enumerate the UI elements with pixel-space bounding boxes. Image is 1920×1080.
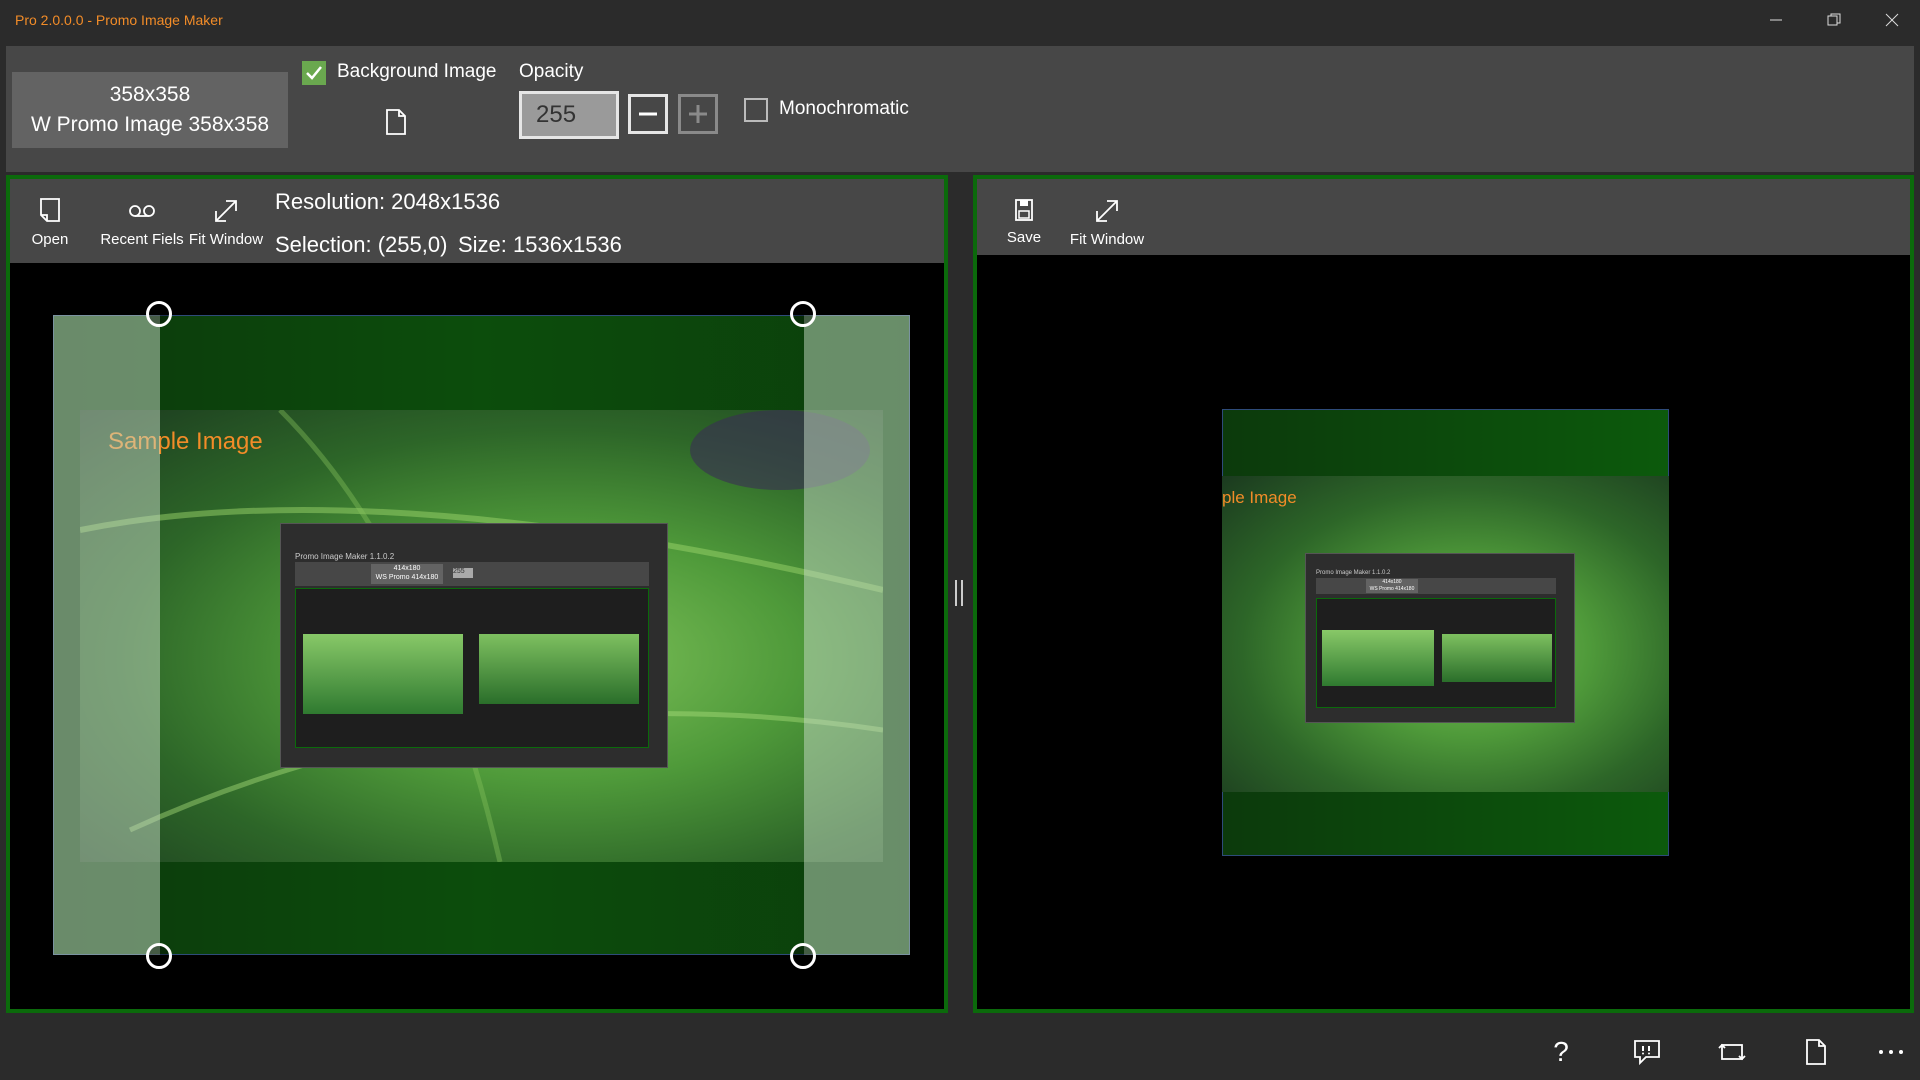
output-embedded-left: [1322, 630, 1434, 686]
open-button[interactable]: Open: [24, 197, 76, 248]
voicemail-icon: [129, 205, 155, 217]
resolution-text: Resolution: 2048x1536: [275, 189, 501, 214]
new-file-button[interactable]: [1796, 1034, 1836, 1070]
minus-icon: [639, 112, 657, 116]
background-file-button[interactable]: [384, 108, 408, 141]
output-embedded-title: Promo Image Maker 1.1.0.2: [1316, 570, 1391, 576]
crop-handle-bottom-left[interactable]: [146, 943, 172, 969]
close-icon: [1885, 13, 1899, 27]
opacity-input[interactable]: 255: [519, 91, 619, 139]
output-embedded-screenshot: Promo Image Maker 1.1.0.2 414x180 WS Pro…: [1305, 553, 1575, 723]
output-fit-window-label: Fit Window: [1069, 231, 1145, 248]
embedded-left-image: [303, 634, 463, 714]
open-label: Open: [31, 231, 69, 248]
output-toolbar: Save Fit Window: [977, 179, 1910, 255]
title-bar: Pro 2.0.0.0 - Promo Image Maker: [0, 0, 1920, 40]
restore-icon: [1827, 13, 1841, 26]
opacity-increase-button[interactable]: [678, 94, 718, 134]
monochromatic-label: Monochromatic: [779, 98, 909, 119]
preset-button[interactable]: 358x358 W Promo Image 358x358: [12, 72, 288, 148]
crop-mask-right: [804, 315, 910, 955]
preset-name-label: W Promo Image 358x358: [30, 113, 270, 136]
output-embedded-toolbar: [1316, 578, 1556, 594]
fit-window-button[interactable]: Fit Window: [186, 197, 266, 248]
embedded-opacity: 255: [453, 568, 473, 578]
save-icon: [1015, 199, 1033, 221]
help-icon: ?: [1553, 1036, 1569, 1067]
close-button[interactable]: [1864, 0, 1920, 40]
opacity-label: Opacity: [519, 61, 584, 82]
crop-handle-bottom-right[interactable]: [790, 943, 816, 969]
crop-mask-left: [53, 315, 160, 955]
background-image-label: Background Image: [337, 61, 497, 82]
crop-handle-top-right[interactable]: [790, 301, 816, 327]
feedback-icon: [1634, 1040, 1660, 1066]
output-sample-text: ple Image: [1222, 488, 1297, 507]
embedded-title: Promo Image Maker 1.1.0.2: [295, 552, 395, 561]
more-button[interactable]: [1871, 1034, 1911, 1070]
file-icon: [386, 109, 406, 135]
crop-icon: [1718, 1043, 1746, 1061]
size-text: Size: 1536x1536: [458, 232, 622, 257]
output-embedded-preset-name: WS Promo 414x180: [1369, 586, 1415, 592]
crop-handle-top-left[interactable]: [146, 301, 172, 327]
checkmark-icon: [306, 66, 322, 80]
output-fit-window-button[interactable]: Fit Window: [1065, 197, 1149, 248]
recent-files-label: Recent Fiels: [100, 231, 184, 248]
source-toolbar: Open Recent Fiels Fit Window Resolution:…: [10, 179, 944, 263]
help-button[interactable]: ?: [1541, 1034, 1581, 1070]
settings-toolbar: 358x358 W Promo Image 358x358 Background…: [6, 46, 1914, 172]
preset-size-label: 358x358: [109, 83, 191, 106]
expand-icon: [215, 200, 237, 222]
save-button[interactable]: Save: [999, 197, 1049, 246]
recent-files-button[interactable]: Recent Fiels: [100, 197, 184, 248]
embedded-preset: 414x180 WS Promo 414x180: [371, 564, 443, 584]
output-embedded-right: [1442, 634, 1552, 682]
fit-window-label: Fit Window: [188, 231, 264, 248]
opacity-decrease-button[interactable]: [628, 94, 668, 134]
output-embedded-preset: 414x180 WS Promo 414x180: [1366, 579, 1418, 593]
open-icon: [40, 198, 60, 222]
embedded-app-screenshot: Promo Image Maker 1.1.0.2 414x180 WS Pro…: [280, 523, 668, 768]
new-file-icon: [1806, 1039, 1826, 1065]
embedded-right-image: [479, 634, 639, 704]
output-panel: Save Fit Window ple Image Promo Image Ma…: [973, 175, 1914, 1013]
plus-icon: [689, 105, 707, 123]
output-embedded-preset-size: 414x180: [1382, 579, 1402, 585]
selection-text: Selection: (255,0): [275, 232, 448, 257]
save-label: Save: [1006, 229, 1042, 246]
background-image-checkbox[interactable]: [302, 61, 326, 85]
embedded-preset-size: 414x180: [393, 565, 421, 572]
more-icon: [1879, 1050, 1903, 1054]
feedback-button[interactable]: [1627, 1034, 1667, 1070]
monochromatic-checkbox[interactable]: [744, 98, 768, 122]
minimize-button[interactable]: [1748, 0, 1804, 40]
embedded-preset-name: WS Promo 414x180: [375, 574, 439, 581]
restore-button[interactable]: [1806, 0, 1862, 40]
rotate-button[interactable]: [1712, 1034, 1752, 1070]
app-title: Pro 2.0.0.0 - Promo Image Maker: [15, 12, 223, 28]
expand-icon: [1096, 200, 1118, 222]
panel-splitter[interactable]: [955, 580, 963, 606]
minimize-icon: [1770, 19, 1782, 21]
source-panel: Open Recent Fiels Fit Window Resolution:…: [6, 175, 948, 1013]
